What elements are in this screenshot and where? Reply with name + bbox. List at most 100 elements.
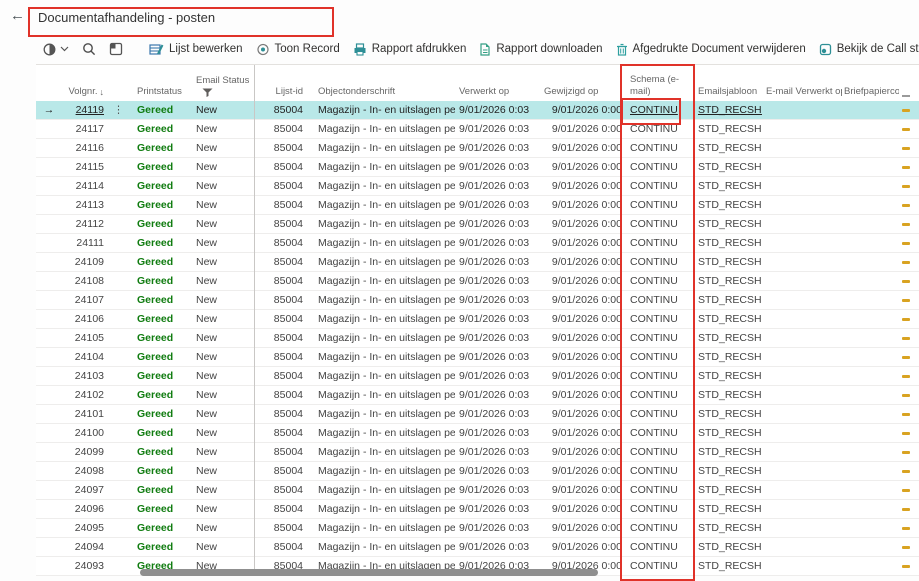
cell-schema-email[interactable]: CONTINU bbox=[628, 253, 692, 271]
cell-verwerkt-op[interactable]: 9/01/2026 0:03 bbox=[455, 120, 532, 138]
cell-gewijzigd-op[interactable]: 9/01/2026 0:00 bbox=[532, 367, 628, 385]
cell-emailsjabloon[interactable]: STD_RECSHIP bbox=[692, 158, 762, 176]
table-row[interactable]: → 24099 ⋮ Gereed New 85004 Magazijn - In… bbox=[36, 443, 919, 462]
cell-gewijzigd-op[interactable]: 9/01/2026 0:00 bbox=[532, 310, 628, 328]
table-row[interactable]: → 24102 ⋮ Gereed New 85004 Magazijn - In… bbox=[36, 386, 919, 405]
cell-gewijzigd-op[interactable]: 9/01/2026 0:00 bbox=[532, 443, 628, 461]
cell-emailsjabloon[interactable]: STD_RECSHIP bbox=[692, 348, 762, 366]
cell-printstatus[interactable]: Gereed bbox=[130, 310, 193, 328]
table-row[interactable]: → 24104 ⋮ Gereed New 85004 Magazijn - In… bbox=[36, 348, 919, 367]
cell-email-status[interactable]: New bbox=[193, 234, 254, 252]
cell-volgnr[interactable]: 24114 bbox=[62, 177, 107, 195]
table-row[interactable]: → 24100 ⋮ Gereed New 85004 Magazijn - In… bbox=[36, 424, 919, 443]
cell-email-verwerkt-op[interactable] bbox=[762, 329, 842, 347]
cell-printstatus[interactable]: Gereed bbox=[130, 253, 193, 271]
cell-objectonderschrift[interactable]: Magazijn - In- en uitslagen per... bbox=[310, 101, 455, 119]
cell-email-status[interactable]: New bbox=[193, 101, 254, 119]
cell-volgnr[interactable]: 24116 bbox=[62, 139, 107, 157]
cell-objectonderschrift[interactable]: Magazijn - In- en uitslagen per... bbox=[310, 386, 455, 404]
cell-gewijzigd-op[interactable]: 9/01/2026 0:00 bbox=[532, 500, 628, 518]
view-switcher-button[interactable] bbox=[42, 42, 69, 57]
cell-email-verwerkt-op[interactable] bbox=[762, 538, 842, 556]
cell-printstatus[interactable]: Gereed bbox=[130, 158, 193, 176]
cell-email-status[interactable]: New bbox=[193, 158, 254, 176]
cell-email-status[interactable]: New bbox=[193, 367, 254, 385]
cell-volgnr[interactable]: 24095 bbox=[62, 519, 107, 537]
cell-gewijzigd-op[interactable]: 9/01/2026 0:00 bbox=[532, 234, 628, 252]
cell-gewijzigd-op[interactable]: 9/01/2026 0:00 bbox=[532, 462, 628, 480]
cell-email-verwerkt-op[interactable] bbox=[762, 557, 842, 575]
cell-briefpapiercode[interactable] bbox=[842, 101, 899, 119]
cell-schema-email[interactable]: CONTINU bbox=[628, 120, 692, 138]
cell-briefpapiercode[interactable] bbox=[842, 120, 899, 138]
cell-lijst-id[interactable]: 85004 bbox=[254, 538, 310, 556]
cell-objectonderschrift[interactable]: Magazijn - In- en uitslagen per... bbox=[310, 538, 455, 556]
cell-emailsjabloon[interactable]: STD_RECSHIP bbox=[692, 120, 762, 138]
cell-verwerkt-op[interactable]: 9/01/2026 0:03 bbox=[455, 329, 532, 347]
cell-objectonderschrift[interactable]: Magazijn - In- en uitslagen per... bbox=[310, 367, 455, 385]
cell-lijst-id[interactable]: 85004 bbox=[254, 462, 310, 480]
cell-email-status[interactable]: New bbox=[193, 443, 254, 461]
cell-briefpapiercode[interactable] bbox=[842, 557, 899, 575]
cell-email-status[interactable]: New bbox=[193, 253, 254, 271]
cell-gewijzigd-op[interactable]: 9/01/2026 0:00 bbox=[532, 519, 628, 537]
cell-printstatus[interactable]: Gereed bbox=[130, 481, 193, 499]
cell-briefpapiercode[interactable] bbox=[842, 500, 899, 518]
cell-objectonderschrift[interactable]: Magazijn - In- en uitslagen per... bbox=[310, 329, 455, 347]
cell-email-status[interactable]: New bbox=[193, 424, 254, 442]
cell-printstatus[interactable]: Gereed bbox=[130, 538, 193, 556]
cell-briefpapiercode[interactable] bbox=[842, 291, 899, 309]
download-report-button[interactable]: Rapport downloaden bbox=[479, 43, 602, 56]
header-email-status[interactable]: Email Status bbox=[193, 65, 254, 101]
cell-email-status[interactable]: New bbox=[193, 139, 254, 157]
cell-printstatus[interactable]: Gereed bbox=[130, 367, 193, 385]
cell-printstatus[interactable]: Gereed bbox=[130, 196, 193, 214]
cell-schema-email[interactable]: CONTINU bbox=[628, 291, 692, 309]
cell-gewijzigd-op[interactable]: 9/01/2026 0:00 bbox=[532, 120, 628, 138]
show-record-button[interactable]: Toon Record bbox=[256, 43, 340, 56]
cell-briefpapiercode[interactable] bbox=[842, 386, 899, 404]
cell-emailsjabloon[interactable]: STD_RECSHIP bbox=[692, 443, 762, 461]
cell-printstatus[interactable]: Gereed bbox=[130, 405, 193, 423]
edit-list-button[interactable]: Lijst bewerken bbox=[149, 43, 243, 56]
cell-email-status[interactable]: New bbox=[193, 310, 254, 328]
cell-printstatus[interactable]: Gereed bbox=[130, 500, 193, 518]
cell-emailsjabloon[interactable]: STD_RECSHIP bbox=[692, 557, 762, 575]
cell-verwerkt-op[interactable]: 9/01/2026 0:03 bbox=[455, 348, 532, 366]
cell-objectonderschrift[interactable]: Magazijn - In- en uitslagen per... bbox=[310, 500, 455, 518]
cell-emailsjabloon[interactable]: STD_RECSHIP bbox=[692, 196, 762, 214]
table-row[interactable]: → 24105 ⋮ Gereed New 85004 Magazijn - In… bbox=[36, 329, 919, 348]
cell-emailsjabloon[interactable]: STD_RECSHIP bbox=[692, 500, 762, 518]
cell-briefpapiercode[interactable] bbox=[842, 310, 899, 328]
cell-emailsjabloon[interactable]: STD_RECSHIP bbox=[692, 481, 762, 499]
cell-lijst-id[interactable]: 85004 bbox=[254, 101, 310, 119]
cell-lijst-id[interactable]: 85004 bbox=[254, 234, 310, 252]
cell-briefpapiercode[interactable] bbox=[842, 405, 899, 423]
cell-lijst-id[interactable]: 85004 bbox=[254, 120, 310, 138]
cell-objectonderschrift[interactable]: Magazijn - In- en uitslagen per... bbox=[310, 405, 455, 423]
cell-volgnr[interactable]: 24119 bbox=[62, 101, 107, 119]
cell-schema-email[interactable]: CONTINU bbox=[628, 424, 692, 442]
cell-briefpapiercode[interactable] bbox=[842, 367, 899, 385]
cell-verwerkt-op[interactable]: 9/01/2026 0:03 bbox=[455, 481, 532, 499]
cell-email-status[interactable]: New bbox=[193, 291, 254, 309]
cell-email-status[interactable]: New bbox=[193, 386, 254, 404]
cell-verwerkt-op[interactable]: 9/01/2026 0:03 bbox=[455, 538, 532, 556]
cell-printstatus[interactable]: Gereed bbox=[130, 101, 193, 119]
cell-schema-email[interactable]: CONTINU bbox=[628, 139, 692, 157]
cell-lijst-id[interactable]: 85004 bbox=[254, 139, 310, 157]
cell-gewijzigd-op[interactable]: 9/01/2026 0:00 bbox=[532, 329, 628, 347]
cell-objectonderschrift[interactable]: Magazijn - In- en uitslagen per... bbox=[310, 158, 455, 176]
print-report-button[interactable]: Rapport afdrukken bbox=[353, 43, 467, 56]
cell-volgnr[interactable]: 24097 bbox=[62, 481, 107, 499]
table-row[interactable]: → 24113 ⋮ Gereed New 85004 Magazijn - In… bbox=[36, 196, 919, 215]
call-stack-button[interactable]: Bekijk de Call stack bbox=[819, 43, 919, 56]
cell-printstatus[interactable]: Gereed bbox=[130, 291, 193, 309]
cell-objectonderschrift[interactable]: Magazijn - In- en uitslagen per... bbox=[310, 196, 455, 214]
header-gewijzigd-op[interactable]: Gewijzigd op bbox=[532, 65, 628, 101]
cell-email-verwerkt-op[interactable] bbox=[762, 367, 842, 385]
cell-printstatus[interactable]: Gereed bbox=[130, 424, 193, 442]
cell-schema-email[interactable]: CONTINU bbox=[628, 405, 692, 423]
cell-objectonderschrift[interactable]: Magazijn - In- en uitslagen per... bbox=[310, 462, 455, 480]
cell-volgnr[interactable]: 24112 bbox=[62, 215, 107, 233]
